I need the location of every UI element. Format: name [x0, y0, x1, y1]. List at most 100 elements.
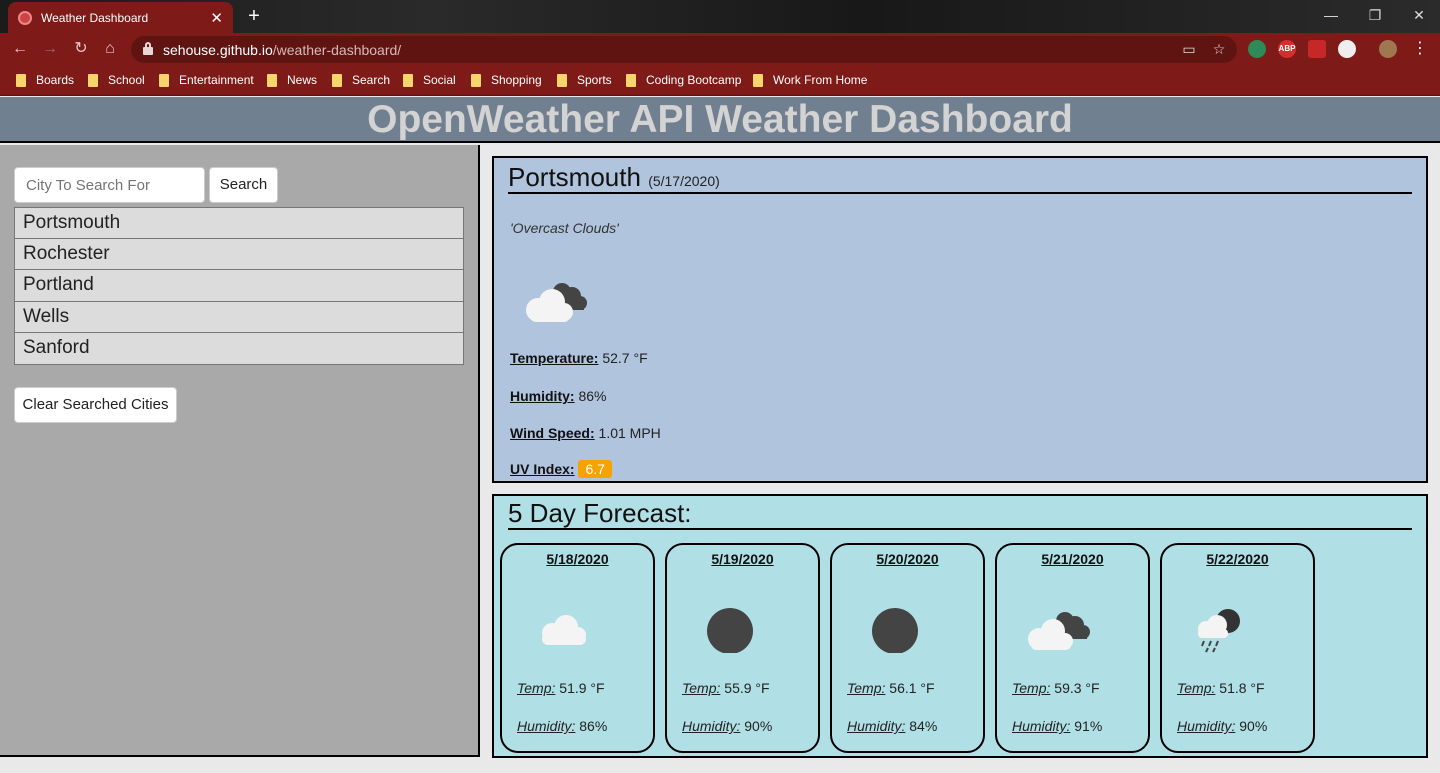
folder-icon [88, 73, 98, 87]
lock-icon [143, 42, 153, 55]
reload-icon[interactable]: ↻ [70, 38, 92, 60]
forecast-humidity: Humidity: 90% [1177, 718, 1268, 734]
tab-strip: Weather Dashboard ✕ + — ❐ ✕ [0, 0, 1440, 33]
forecast-humidity: Humidity: 84% [847, 718, 938, 734]
forecast-temp: Temp: 51.9 °F [517, 680, 605, 696]
temperature-value: 52.7 °F [602, 350, 648, 366]
city-list-item[interactable]: Rochester [14, 238, 464, 270]
forecast-day-card: 5/18/2020 Temp: 51.9 °F Humidity: 86% [500, 543, 655, 753]
uv-index-label: UV Index: [510, 461, 575, 477]
bookmark-star-icon[interactable]: ☆ [1210, 40, 1228, 58]
folder-icon [332, 73, 342, 87]
overcast-clouds-icon [1028, 612, 1090, 650]
humidity-stat: Humidity: 86% [510, 388, 606, 404]
bookmark-folder[interactable]: Entertainment [159, 72, 254, 88]
dark-circle-icon [872, 608, 918, 653]
cast-icon[interactable]: ▭ [1180, 40, 1198, 58]
folder-icon [267, 73, 277, 87]
minimize-icon[interactable]: — [1308, 0, 1354, 30]
browser-toolbar: ← → ↻ ⌂ sehouse.github.io/weather-dashbo… [0, 33, 1440, 65]
bookmark-folder[interactable]: News [267, 72, 317, 88]
page-title: OpenWeather API Weather Dashboard [0, 97, 1440, 143]
city-list-item[interactable]: Sanford [14, 333, 464, 365]
back-icon[interactable]: ← [9, 38, 31, 60]
dark-circle-icon [707, 608, 753, 653]
site-favicon-icon [18, 10, 32, 25]
bookmark-folder[interactable]: Boards [16, 72, 74, 88]
palette-extension-icon[interactable] [1248, 40, 1266, 58]
folder-icon [753, 73, 763, 87]
city-list-item[interactable]: Portland [14, 270, 464, 302]
tab-title: Weather Dashboard [41, 10, 149, 25]
forecast-humidity: Humidity: 91% [1012, 718, 1103, 734]
temperature-label: Temperature: [510, 350, 599, 366]
forecast-temp: Temp: 55.9 °F [682, 680, 770, 696]
weather-description: 'Overcast Clouds' [510, 220, 619, 236]
uv-index-badge: 6.7 [578, 460, 612, 478]
bookmark-folder[interactable]: Social [403, 72, 456, 88]
clock-extension-icon[interactable] [1338, 40, 1356, 58]
overcast-clouds-icon [526, 283, 587, 322]
five-day-forecast-panel: 5 Day Forecast: 5/18/2020 Temp: 51.9 °F … [492, 494, 1428, 758]
city-search-input[interactable] [14, 167, 205, 203]
new-tab-icon[interactable]: + [244, 4, 264, 28]
humidity-label: Humidity: [510, 388, 575, 404]
humidity-value: 86% [578, 388, 607, 404]
close-tab-icon[interactable]: ✕ [210, 9, 223, 27]
forecast-date: 5/20/2020 [876, 551, 939, 567]
current-weather-heading: Portsmouth (5/17/2020) [508, 162, 1412, 194]
bookmark-folder[interactable]: Search [332, 72, 390, 88]
wind-speed-stat: Wind Speed: 1.01 MPH [510, 425, 661, 441]
forecast-day-card: 5/21/2020 Temp: 59.3 °F Humidity: 91% [995, 543, 1150, 753]
bookmarks-bar: Boards School Entertainment News Search … [0, 65, 1440, 96]
adblock-plus-icon[interactable]: ABP [1278, 40, 1296, 58]
forward-icon[interactable]: → [39, 38, 61, 60]
forecast-date: 5/19/2020 [711, 551, 774, 567]
browser-menu-icon[interactable]: ⋮ [1409, 38, 1431, 60]
forecast-date: 5/21/2020 [1041, 551, 1104, 567]
forecast-temp: Temp: 51.8 °F [1177, 680, 1265, 696]
forecast-day-card: 5/22/2020 Temp: 51.8 °F Humidity: 90% [1160, 543, 1315, 753]
city-list-item[interactable]: Portsmouth [14, 207, 464, 239]
wind-speed-label: Wind Speed: [510, 425, 595, 441]
browser-tab[interactable]: Weather Dashboard ✕ [8, 2, 233, 33]
forecast-day-card: 5/20/2020 Temp: 56.1 °F Humidity: 84% [830, 543, 985, 753]
video-extension-icon[interactable] [1308, 40, 1326, 58]
bookmark-folder[interactable]: Work From Home [753, 72, 867, 88]
current-date: (5/17/2020) [648, 173, 720, 189]
folder-icon [557, 73, 567, 87]
close-window-icon[interactable]: ✕ [1396, 0, 1440, 30]
city-list-item[interactable]: Wells [14, 301, 464, 333]
folder-icon [16, 73, 26, 87]
search-sidebar: Search Portsmouth Rochester Portland Wel… [0, 145, 480, 757]
home-icon[interactable]: ⌂ [99, 38, 121, 60]
address-bar[interactable]: sehouse.github.io/weather-dashboard/ ▭ ☆ [131, 36, 1237, 63]
search-button[interactable]: Search [209, 167, 278, 203]
current-city-name: Portsmouth [508, 162, 641, 192]
forecast-humidity: Humidity: 90% [682, 718, 773, 734]
forecast-heading: 5 Day Forecast: [508, 498, 1412, 530]
folder-icon [471, 73, 481, 87]
folder-icon [626, 73, 636, 87]
searched-city-list: Portsmouth Rochester Portland Wells Sanf… [14, 207, 464, 365]
wind-speed-value: 1.01 MPH [598, 425, 661, 441]
forecast-date: 5/18/2020 [546, 551, 609, 567]
restore-window-icon[interactable]: ❐ [1352, 0, 1398, 30]
bookmark-folder[interactable]: Coding Bootcamp [626, 72, 741, 88]
forecast-humidity: Humidity: 86% [517, 718, 608, 734]
forecast-temp: Temp: 59.3 °F [1012, 680, 1100, 696]
profile-avatar[interactable] [1379, 40, 1397, 58]
forecast-date: 5/22/2020 [1206, 551, 1269, 567]
current-weather-panel: Portsmouth (5/17/2020) 'Overcast Clouds'… [492, 156, 1428, 483]
bookmark-folder[interactable]: Sports [557, 72, 612, 88]
clear-searched-cities-button[interactable]: Clear Searched Cities [14, 387, 177, 423]
temperature-stat: Temperature: 52.7 °F [510, 350, 648, 366]
folder-icon [403, 73, 413, 87]
forecast-temp: Temp: 56.1 °F [847, 680, 935, 696]
url-text[interactable]: sehouse.github.io/weather-dashboard/ [163, 42, 401, 58]
uv-index-stat: UV Index: 6.7 [510, 460, 612, 478]
forecast-day-card: 5/19/2020 Temp: 55.9 °F Humidity: 90% [665, 543, 820, 753]
folder-icon [159, 73, 169, 87]
bookmark-folder[interactable]: School [88, 72, 145, 88]
bookmark-folder[interactable]: Shopping [471, 72, 542, 88]
